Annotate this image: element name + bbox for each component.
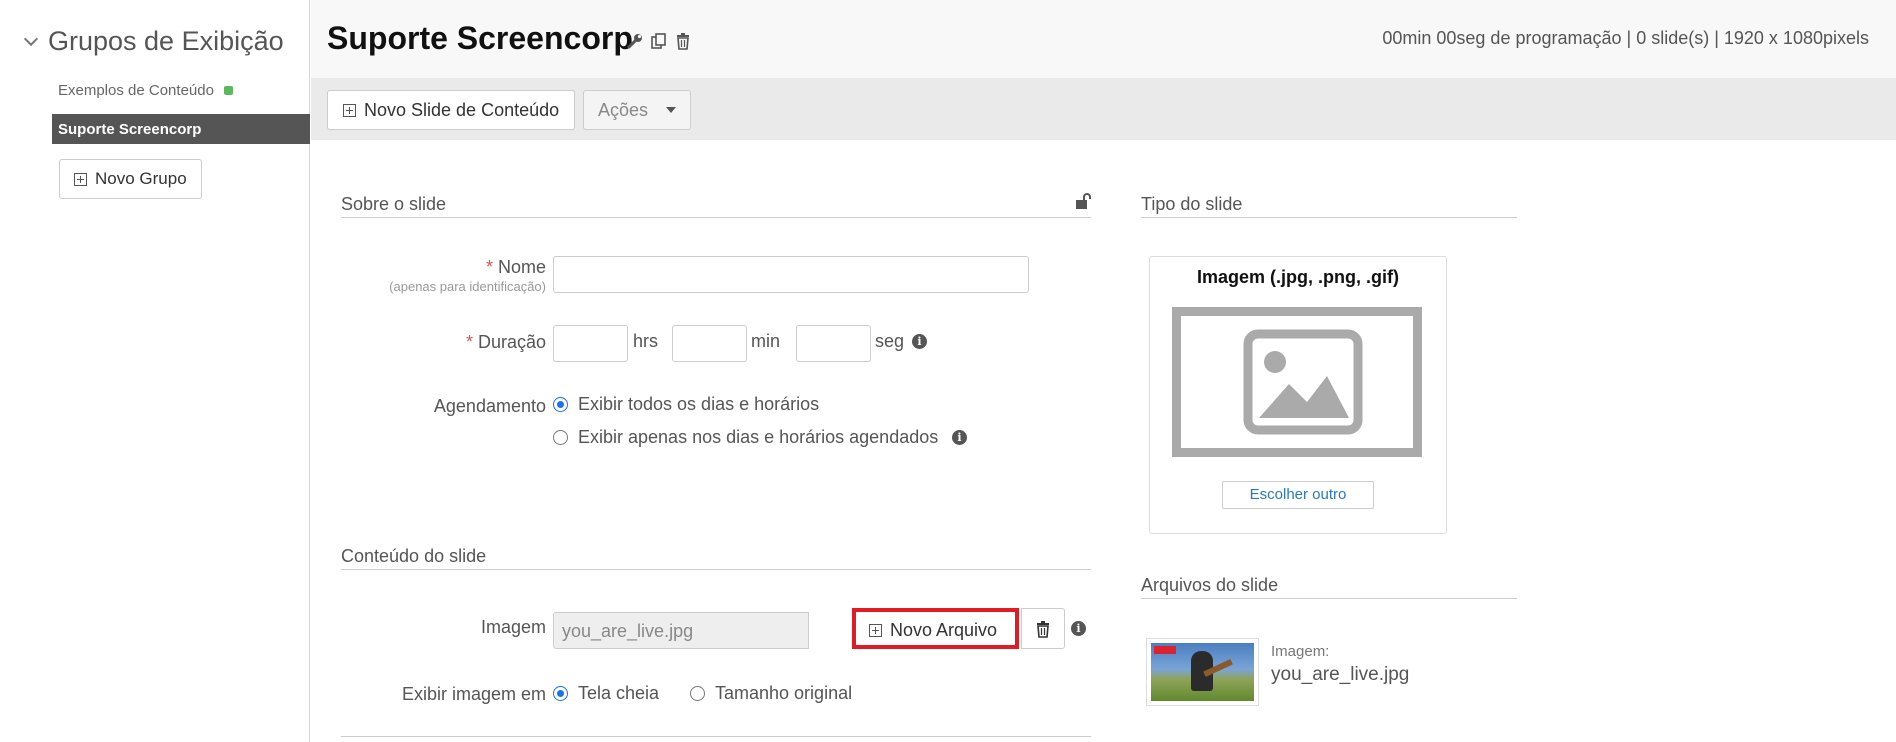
duration-hours-input[interactable]: [553, 325, 628, 362]
section-about-title: Sobre o slide: [341, 194, 447, 214]
display-label: Exibir imagem em: [401, 684, 546, 704]
page-header: Suporte Screencorp 00min 00seg de progra…: [311, 0, 1896, 78]
new-group-label: Novo Grupo: [95, 169, 187, 188]
delete-file-button[interactable]: [1021, 608, 1065, 649]
schedule-option-scheduled[interactable]: Exibir apenas nos dias e horários agenda…: [553, 427, 938, 448]
name-label: * Nome: [485, 257, 546, 277]
image-file-input[interactable]: you_are_live.jpg: [553, 612, 809, 649]
unlock-icon[interactable]: [1075, 192, 1091, 210]
info-icon[interactable]: i: [952, 430, 967, 445]
copy-icon[interactable]: [650, 32, 668, 50]
info-icon[interactable]: i: [912, 334, 927, 349]
duration-seconds-input[interactable]: [796, 325, 871, 362]
trash-icon: [1037, 620, 1049, 638]
section-slide-files-title: Arquivos do slide: [1141, 575, 1279, 595]
chevron-down-icon: [23, 31, 39, 46]
hours-unit: hrs: [633, 331, 659, 351]
actions-dropdown[interactable]: Ações: [583, 90, 692, 130]
sidebar-item-label: Suporte Screencorp: [58, 121, 202, 138]
section-slide-files: Arquivos do slide: [1141, 575, 1517, 599]
new-slide-button[interactable]: Novo Slide de Conteúdo: [327, 90, 576, 130]
image-placeholder-icon: [1172, 307, 1422, 457]
section-content-title: Conteúdo do slide: [341, 546, 487, 566]
plus-icon: [74, 172, 87, 186]
choose-other-button[interactable]: Escolher outro: [1222, 481, 1374, 509]
plus-icon: [343, 103, 356, 117]
schedule-option-all[interactable]: Exibir todos os dias e horários: [553, 394, 819, 415]
trash-icon[interactable]: [674, 32, 692, 50]
minutes-unit: min: [751, 331, 781, 351]
new-file-button[interactable]: Novo Arquivo: [859, 616, 1008, 645]
sidebar-item-suporte[interactable]: Suporte Screencorp: [52, 114, 310, 144]
sidebar-title: Grupos de Exibição: [48, 26, 284, 56]
new-group-button[interactable]: Novo Grupo: [59, 159, 202, 199]
name-sublabel: (apenas para identificação): [389, 279, 546, 294]
actions-label: Ações: [598, 99, 649, 120]
wrench-icon[interactable]: [626, 32, 644, 50]
status-dot-icon: [223, 86, 233, 95]
radio-selected[interactable]: [553, 397, 568, 412]
name-input[interactable]: [553, 256, 1029, 293]
file-name: you_are_live.jpg: [1271, 664, 1410, 685]
caret-down-icon: [666, 107, 677, 113]
display-option-label: Tamanho original: [715, 683, 853, 703]
sidebar-item-label: Exemplos de Conteúdo: [58, 82, 214, 99]
schedule-option-label: Exibir todos os dias e horários: [578, 394, 820, 414]
section-slide-type-title: Tipo do slide: [1141, 194, 1243, 214]
plus-icon: [869, 624, 882, 637]
section-content: Conteúdo do slide: [341, 546, 1091, 570]
new-slide-label: Novo Slide de Conteúdo: [364, 99, 560, 120]
main-content: Suporte Screencorp 00min 00seg de progra…: [311, 0, 1896, 742]
file-caption: Imagem:: [1271, 643, 1330, 660]
file-thumbnail[interactable]: [1146, 638, 1259, 706]
sidebar: Grupos de Exibição Exemplos de Conteúdo …: [0, 0, 310, 742]
image-label: Imagem: [480, 617, 546, 637]
sidebar-item-exemplos[interactable]: Exemplos de Conteúdo: [58, 82, 233, 99]
schedule-label: Agendamento: [433, 396, 546, 416]
schedule-option-label: Exibir apenas nos dias e horários agenda…: [578, 427, 939, 447]
radio-selected[interactable]: [553, 686, 568, 701]
slide-type-title: Imagem (.jpg, .png, .gif): [1197, 267, 1399, 287]
seconds-unit: seg: [875, 331, 905, 351]
page-title: Suporte Screencorp: [327, 20, 633, 56]
display-option-fullscreen[interactable]: Tela cheia: [553, 683, 659, 704]
section-about: Sobre o slide: [341, 194, 1091, 218]
radio-unselected[interactable]: [553, 430, 568, 445]
section-slide-type: Tipo do slide: [1141, 194, 1517, 218]
sidebar-header[interactable]: Grupos de Exibição: [23, 26, 284, 57]
duration-minutes-input[interactable]: [672, 325, 747, 362]
new-file-label: Novo Arquivo: [890, 620, 998, 640]
toolbar: Novo Slide de Conteúdo Ações: [311, 78, 1896, 140]
slide-type-card: Imagem (.jpg, .png, .gif) Escolher outro: [1149, 256, 1447, 534]
schedule-summary: 00min 00seg de programação | 0 slide(s) …: [1382, 28, 1869, 48]
title-icons: [626, 32, 692, 50]
info-icon[interactable]: i: [1071, 621, 1086, 636]
display-option-label: Tela cheia: [578, 683, 660, 703]
radio-unselected[interactable]: [690, 686, 705, 701]
divider: [341, 736, 1091, 737]
display-option-original[interactable]: Tamanho original: [690, 683, 852, 704]
duration-label: * Duração: [465, 332, 546, 352]
